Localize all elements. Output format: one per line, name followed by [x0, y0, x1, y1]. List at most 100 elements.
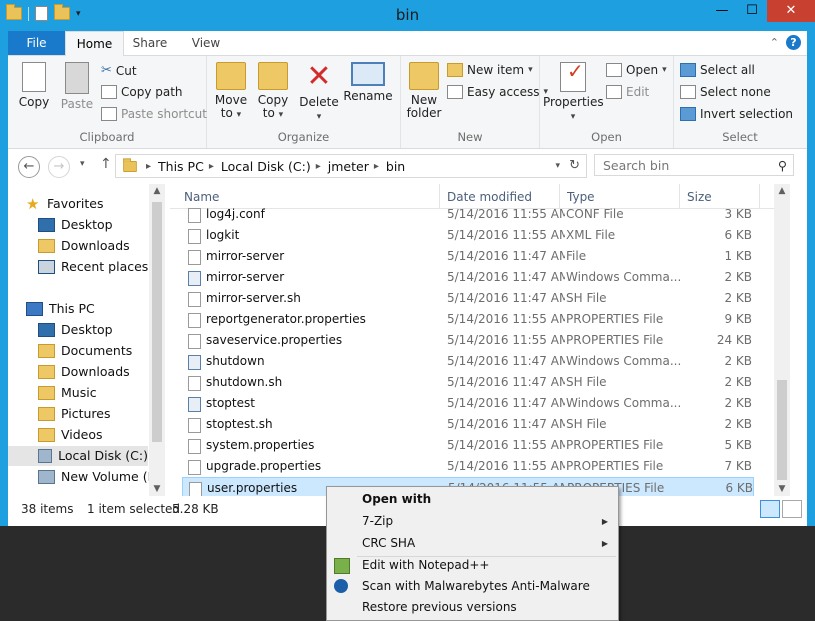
- easy-access-button[interactable]: Easy access ▾: [447, 85, 548, 99]
- nav-local-disk[interactable]: Local Disk (C:): [8, 446, 148, 466]
- back-button[interactable]: ←: [18, 156, 40, 178]
- breadcrumb-bin[interactable]: bin: [386, 159, 405, 174]
- menu-edit-notepad[interactable]: Edit with Notepad++: [327, 555, 618, 576]
- help-icon[interactable]: ?: [786, 35, 801, 50]
- close-button[interactable]: ✕: [767, 0, 815, 22]
- table-row[interactable]: stoptest 5/14/2016 11:47 AM Windows Comma.…: [170, 393, 770, 414]
- open-button[interactable]: Open ▾: [606, 63, 667, 77]
- breadcrumb-this-pc[interactable]: This PC: [158, 159, 204, 174]
- nav-scrollbar[interactable]: ▲ ▼: [149, 184, 165, 496]
- tab-file[interactable]: File: [8, 31, 65, 55]
- table-row[interactable]: shutdown 5/14/2016 11:47 AM Windows Comma.…: [170, 351, 770, 372]
- refresh-icon[interactable]: ↻: [569, 158, 580, 173]
- nav-downloads[interactable]: Downloads: [38, 236, 130, 256]
- table-row[interactable]: mirror-server 5/14/2016 11:47 AM File 1 KB: [170, 246, 770, 267]
- nav-favorites[interactable]: ★ Favorites: [26, 194, 103, 214]
- menu-open-with[interactable]: Open with: [327, 489, 618, 510]
- scroll-up-icon[interactable]: ▲: [774, 186, 790, 196]
- select-all-button[interactable]: Select all: [680, 63, 755, 77]
- nav-recent-places[interactable]: Recent places: [38, 257, 148, 277]
- recent-locations-chevron-icon[interactable]: ▾: [80, 159, 85, 169]
- nav-documents[interactable]: Documents: [38, 341, 132, 361]
- context-menu: Open with 7-Zip ▶ CRC SHA ▶ Edit with Note…: [326, 486, 619, 621]
- new-folder-icon: [409, 62, 439, 90]
- up-button[interactable]: ↑: [100, 156, 112, 172]
- clipboard-group: Copy Paste ✂ Cut Copy path Paste shortcu…: [8, 56, 207, 148]
- delete-button[interactable]: ✕ Delete ▾: [299, 62, 339, 124]
- copy-button[interactable]: Copy: [14, 62, 54, 109]
- breadcrumb-jmeter[interactable]: jmeter: [328, 159, 369, 174]
- nav-music[interactable]: Music: [38, 383, 97, 403]
- scroll-down-icon[interactable]: ▼: [149, 484, 165, 494]
- properties-button[interactable]: Properties ▾: [543, 62, 604, 124]
- downloads-folder-icon: [38, 365, 55, 379]
- copy-to-button[interactable]: Copy to ▾: [253, 62, 293, 122]
- select-none-button[interactable]: Select none: [680, 85, 771, 99]
- details-view-button[interactable]: [760, 500, 780, 518]
- nav-this-pc[interactable]: This PC: [26, 299, 95, 319]
- table-row[interactable]: shutdown.sh 5/14/2016 11:47 AM SH File 2 KB: [170, 372, 770, 393]
- table-row[interactable]: mirror-server.sh 5/14/2016 11:47 AM SH Fil…: [170, 288, 770, 309]
- breadcrumb-separator-icon[interactable]: ▸: [316, 161, 321, 172]
- menu-restore-previous[interactable]: Restore previous versions: [327, 597, 618, 618]
- delete-icon: ✕: [306, 59, 332, 94]
- nav-pictures[interactable]: Pictures: [38, 404, 111, 424]
- nav-scroll-thumb[interactable]: [152, 202, 162, 442]
- minimize-button[interactable]: —: [707, 0, 737, 22]
- table-row[interactable]: saveservice.properties 5/14/2016 11:55 AM…: [170, 330, 770, 351]
- paste-button[interactable]: Paste: [57, 62, 97, 111]
- file-date: 5/14/2016 11:47 AM: [447, 375, 565, 389]
- pictures-folder-icon: [38, 407, 55, 421]
- table-row[interactable]: log4j.conf 5/14/2016 11:55 AM CONF File 3 K…: [170, 204, 770, 225]
- forward-button[interactable]: →: [48, 156, 70, 178]
- table-row[interactable]: stoptest.sh 5/14/2016 11:47 AM SH File 2 KB: [170, 414, 770, 435]
- paste-shortcut-button[interactable]: Paste shortcut: [101, 107, 207, 121]
- tab-view[interactable]: View: [180, 31, 232, 55]
- file-icon: [188, 460, 201, 475]
- maximize-button[interactable]: ☐: [737, 0, 767, 22]
- search-input[interactable]: Search bin ⚲: [594, 154, 794, 176]
- batch-file-icon: [188, 271, 201, 286]
- nav-pc-downloads[interactable]: Downloads: [38, 362, 130, 382]
- list-scrollbar[interactable]: ▲ ▼: [774, 184, 790, 496]
- minimize-ribbon-chevron-icon[interactable]: ⌃: [770, 36, 779, 49]
- breadcrumb-separator-icon[interactable]: ▸: [209, 161, 214, 172]
- table-row[interactable]: system.properties 5/14/2016 11:55 AM PROPE…: [170, 435, 770, 456]
- scroll-up-icon[interactable]: ▲: [149, 186, 165, 196]
- breadcrumb-local-disk[interactable]: Local Disk (C:): [221, 159, 311, 174]
- copy-path-icon: [101, 85, 117, 99]
- address-history-chevron-icon[interactable]: ▾: [555, 161, 560, 171]
- table-row[interactable]: mirror-server 5/14/2016 11:47 AM Windows C…: [170, 267, 770, 288]
- cut-button[interactable]: ✂ Cut: [101, 63, 137, 78]
- title-bar[interactable]: ▾ bin — ☐ ✕: [0, 0, 815, 31]
- breadcrumb-separator-icon[interactable]: ▸: [374, 161, 379, 172]
- move-to-button[interactable]: Move to ▾: [210, 62, 252, 122]
- table-row[interactable]: upgrade.properties 5/14/2016 11:55 AM PROP…: [170, 456, 770, 477]
- new-item-button[interactable]: New item ▾: [447, 63, 533, 77]
- desktop-icon: [38, 323, 55, 337]
- new-group: New folder New item ▾ Easy access ▾ New: [401, 56, 548, 148]
- file-icon: [188, 376, 201, 391]
- menu-malwarebytes[interactable]: Scan with Malwarebytes Anti-Malware: [327, 576, 618, 597]
- nav-pc-desktop[interactable]: Desktop: [38, 320, 113, 340]
- file-icon: [188, 334, 201, 349]
- edit-button[interactable]: Edit: [606, 85, 649, 99]
- menu-7zip[interactable]: 7-Zip ▶: [327, 511, 618, 532]
- list-scroll-thumb[interactable]: [777, 380, 787, 480]
- table-row[interactable]: logkit 5/14/2016 11:55 AM XML File 6 KB: [170, 225, 770, 246]
- nav-videos[interactable]: Videos: [38, 425, 103, 445]
- nav-desktop[interactable]: Desktop: [38, 215, 113, 235]
- table-row[interactable]: reportgenerator.properties 5/14/2016 11:5…: [170, 309, 770, 330]
- nav-new-volume[interactable]: New Volume (D:): [38, 467, 165, 487]
- large-icons-view-button[interactable]: [782, 500, 802, 518]
- address-box[interactable]: ▸ This PC ▸ Local Disk (C:) ▸ jmeter ▸ b…: [115, 154, 587, 178]
- scroll-down-icon[interactable]: ▼: [774, 484, 790, 494]
- tab-share[interactable]: Share: [124, 31, 176, 55]
- copy-path-button[interactable]: Copy path: [101, 85, 183, 99]
- file-list: Name Date modified Type Size log4j.conf 5…: [170, 184, 790, 496]
- tab-home[interactable]: Home: [65, 31, 124, 57]
- rename-button[interactable]: Rename: [343, 62, 393, 103]
- new-folder-button[interactable]: New folder: [403, 62, 445, 120]
- menu-crc-sha[interactable]: CRC SHA ▶: [327, 533, 618, 554]
- invert-selection-button[interactable]: Invert selection: [680, 107, 793, 121]
